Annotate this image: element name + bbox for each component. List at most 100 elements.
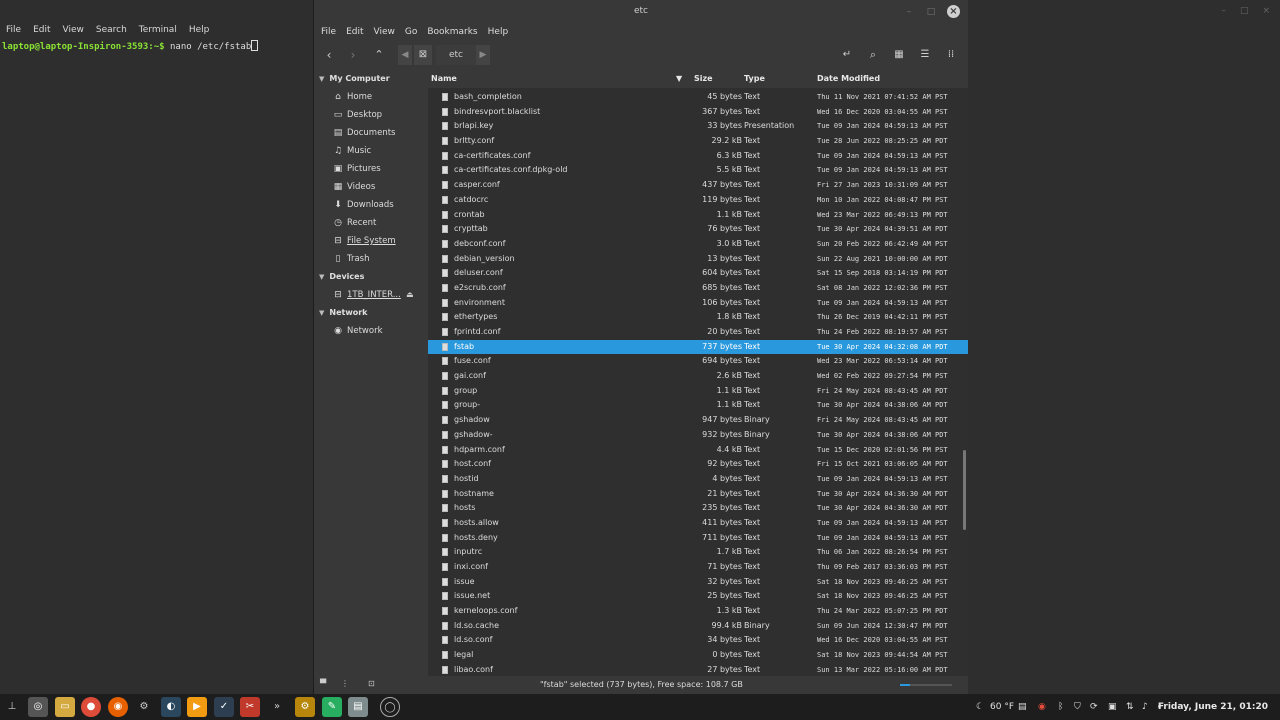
file-row[interactable]: issue.net 25 bytes Text Sat 18 Nov 2023 09:… (428, 589, 968, 604)
chrome-icon[interactable]: ● (81, 697, 101, 717)
maximize-icon[interactable]: □ (1240, 6, 1249, 16)
steam-icon[interactable]: ◐ (161, 697, 181, 717)
hide-sidebar-icon[interactable]: ⊡ (368, 679, 375, 688)
breadcrumb-left-icon[interactable]: ◀ (398, 45, 412, 65)
file-row[interactable]: ld.so.conf 34 bytes Text Wed 16 Dec 2020 03… (428, 633, 968, 648)
file-row[interactable]: hdparm.conf 4.4 kB Text Tue 15 Dec 2020 02:… (428, 443, 968, 458)
terminal-menu-search[interactable]: Search (90, 22, 133, 38)
sidebar-item-music[interactable]: ♫ Music (314, 142, 427, 160)
file-row[interactable]: e2scrub.conf 685 bytes Text Sat 08 Jan 2022… (428, 281, 968, 296)
sidebar-item-recent[interactable]: ◷ Recent (314, 214, 427, 232)
file-row[interactable]: brltty.conf 29.2 kB Text Tue 28 Jun 2022 08… (428, 134, 968, 149)
icon-view-icon[interactable]: ▦ (892, 45, 906, 65)
vertical-scrollbar[interactable] (963, 450, 966, 530)
path-button-etc[interactable]: etc (436, 45, 476, 65)
file-list[interactable]: Name ▼ Size Type Date Modified bash_comp… (428, 70, 968, 676)
menu-bookmarks[interactable]: Bookmarks (422, 27, 482, 37)
file-row[interactable]: kerneloops.conf 1.3 kB Text Thu 24 Mar 2022… (428, 604, 968, 619)
column-name[interactable]: Name (431, 74, 457, 83)
bluetooth-icon[interactable]: ᛒ (1058, 694, 1063, 720)
pen-app-icon[interactable]: ✎ (322, 697, 342, 717)
fm-titlebar[interactable]: etc – □ × (314, 0, 968, 24)
menu-file[interactable]: File (316, 27, 341, 37)
tray-security-icon[interactable]: ◉ (1038, 694, 1046, 720)
sidebar-item-desktop[interactable]: ▭ Desktop (314, 106, 427, 124)
files-app-icon[interactable]: ▭ (55, 697, 75, 717)
zoom-slider[interactable] (900, 684, 952, 686)
up-arrow-icon[interactable]: ⌃ (372, 45, 386, 65)
close-icon[interactable]: × (1262, 6, 1270, 16)
file-row[interactable]: crontab 1.1 kB Text Wed 23 Mar 2022 06:49:1… (428, 208, 968, 223)
minimize-icon[interactable]: – (1221, 6, 1226, 16)
file-row[interactable]: debian_version 13 bytes Text Sun 22 Aug 202… (428, 252, 968, 267)
sound-notification-icon[interactable]: ♪ (1142, 694, 1148, 720)
file-row[interactable]: fstab 737 bytes Text Tue 30 Apr 2024 04:32:… (428, 339, 968, 355)
menu-view[interactable]: View (369, 27, 400, 37)
file-row[interactable]: gai.conf 2.6 kB Text Wed 02 Feb 2022 09:27:… (428, 369, 968, 384)
weather-text[interactable]: 60 °F (990, 694, 1014, 720)
back-arrow-icon[interactable]: ‹ (322, 45, 336, 65)
file-row[interactable]: fuse.conf 694 bytes Text Wed 23 Mar 2022 06… (428, 354, 968, 369)
file-row[interactable]: casper.conf 437 bytes Text Fri 27 Jan 2023 … (428, 178, 968, 193)
media-player-icon[interactable]: ▶ (187, 697, 207, 717)
places-icon[interactable]: ▀ (320, 679, 326, 688)
file-row[interactable]: ca-certificates.conf.dpkg-old 5.5 kB Text T… (428, 163, 968, 178)
tray-notes-icon[interactable]: ▤ (1018, 694, 1027, 720)
eject-icon[interactable]: ⏏ (406, 286, 414, 304)
sidebar-item-videos[interactable]: ▦ Videos (314, 178, 427, 196)
file-row[interactable]: fprintd.conf 20 bytes Text Thu 24 Feb 2022 … (428, 325, 968, 340)
sidebar-item-pictures[interactable]: ▣ Pictures (314, 160, 427, 178)
sidebar-section-my-computer[interactable]: ▼ My Computer (314, 70, 427, 88)
terminal-menu-view[interactable]: View (57, 22, 90, 38)
settings-icon[interactable]: ⚙ (134, 697, 154, 717)
file-row[interactable]: gshadow- 932 bytes Binary Tue 30 Apr 2024 0… (428, 428, 968, 443)
sidebar-section-network[interactable]: ▼ Network (314, 304, 427, 322)
tree-icon[interactable]: ⋮ (341, 679, 349, 688)
file-row[interactable]: bash_completion 45 bytes Text Thu 11 Nov 20… (428, 90, 968, 105)
file-row[interactable]: hostid 4 bytes Text Tue 09 Jan 2024 04:59:1… (428, 472, 968, 487)
file-row[interactable]: bindresvport.blacklist 367 bytes Text Wed 1… (428, 105, 968, 120)
breadcrumb-right-icon[interactable]: ▶ (476, 45, 490, 65)
file-row[interactable]: hosts.allow 411 bytes Text Tue 09 Jan 2024 … (428, 516, 968, 531)
display-icon[interactable]: ▣ (1108, 694, 1117, 720)
collapse-triangle-icon[interactable]: ▼ (319, 70, 324, 88)
sidebar-item-downloads[interactable]: ⬇ Downloads (314, 196, 427, 214)
update-icon[interactable]: ⟳ (1090, 694, 1098, 720)
terminal-menu-terminal[interactable]: Terminal (133, 22, 183, 38)
column-type[interactable]: Type (744, 74, 765, 83)
clock[interactable]: Friday, June 21, 01:20 (1158, 694, 1268, 720)
forward-arrow-icon[interactable]: › (346, 45, 360, 65)
menu-icon[interactable]: ◎ (28, 697, 48, 717)
file-row[interactable]: inxi.conf 71 bytes Text Thu 09 Feb 2017 03:… (428, 560, 968, 575)
sidebar-item-documents[interactable]: ▤ Documents (314, 124, 427, 142)
file-row[interactable]: ld.so.cache 99.4 kB Binary Sun 09 Jun 2024 … (428, 619, 968, 634)
file-row[interactable]: catdocrc 119 bytes Text Mon 10 Jan 2022 04:… (428, 193, 968, 208)
file-row[interactable]: hosts.deny 711 bytes Text Tue 09 Jan 2024 0… (428, 531, 968, 546)
terminal-command-line[interactable]: laptop@laptop-Inspiron-3593:~$ nano /etc… (2, 40, 259, 53)
maximize-icon[interactable]: □ (925, 7, 937, 17)
terminal-menu-help[interactable]: Help (183, 22, 216, 38)
terminal-app-icon[interactable]: » (267, 697, 287, 717)
terminal-menu-edit[interactable]: Edit (27, 22, 56, 38)
firefox-icon[interactable]: ◉ (108, 697, 128, 717)
file-row[interactable]: environment 106 bytes Text Tue 09 Jan 2024 … (428, 296, 968, 311)
workspace-switcher-icon[interactable]: ⊥ (2, 697, 22, 717)
sidebar-item-file-system[interactable]: ⊟ File System (314, 232, 427, 250)
toggle-location-icon[interactable]: ⊠ (414, 45, 432, 65)
collapse-triangle-icon[interactable]: ▼ (319, 304, 324, 322)
file-row[interactable]: brlapi.key 33 bytes Presentation Tue 09 Jan… (428, 119, 968, 134)
file-row[interactable]: inputrc 1.7 kB Text Thu 06 Jan 2022 08:26:5… (428, 545, 968, 560)
file-row[interactable]: hostname 21 bytes Text Tue 30 Apr 2024 04:3… (428, 487, 968, 502)
file-manager-window[interactable]: etc – □ × File Edit View Go Bookmarks He… (313, 0, 968, 694)
column-date-modified[interactable]: Date Modified (817, 74, 880, 83)
shutdown-icon[interactable]: ◯ (380, 697, 400, 717)
network-tray-icon[interactable]: ⇅ (1126, 694, 1134, 720)
weather-icon[interactable]: ☾ (976, 694, 984, 720)
terminal-menu-file[interactable]: File (0, 22, 27, 38)
sidebar-item-device-1tb[interactable]: ⊟ 1TB_INTER... ⏏ (314, 286, 427, 304)
file-row[interactable]: libao.conf 27 bytes Text Sun 13 Mar 2022 05… (428, 663, 968, 676)
file-row[interactable]: debconf.conf 3.0 kB Text Sun 20 Feb 2022 06… (428, 237, 968, 252)
file-row[interactable]: crypttab 76 bytes Text Tue 30 Apr 2024 04:3… (428, 222, 968, 237)
sort-descending-icon[interactable]: ▼ (676, 74, 682, 83)
open-terminal-icon[interactable]: ↵ (840, 45, 854, 65)
